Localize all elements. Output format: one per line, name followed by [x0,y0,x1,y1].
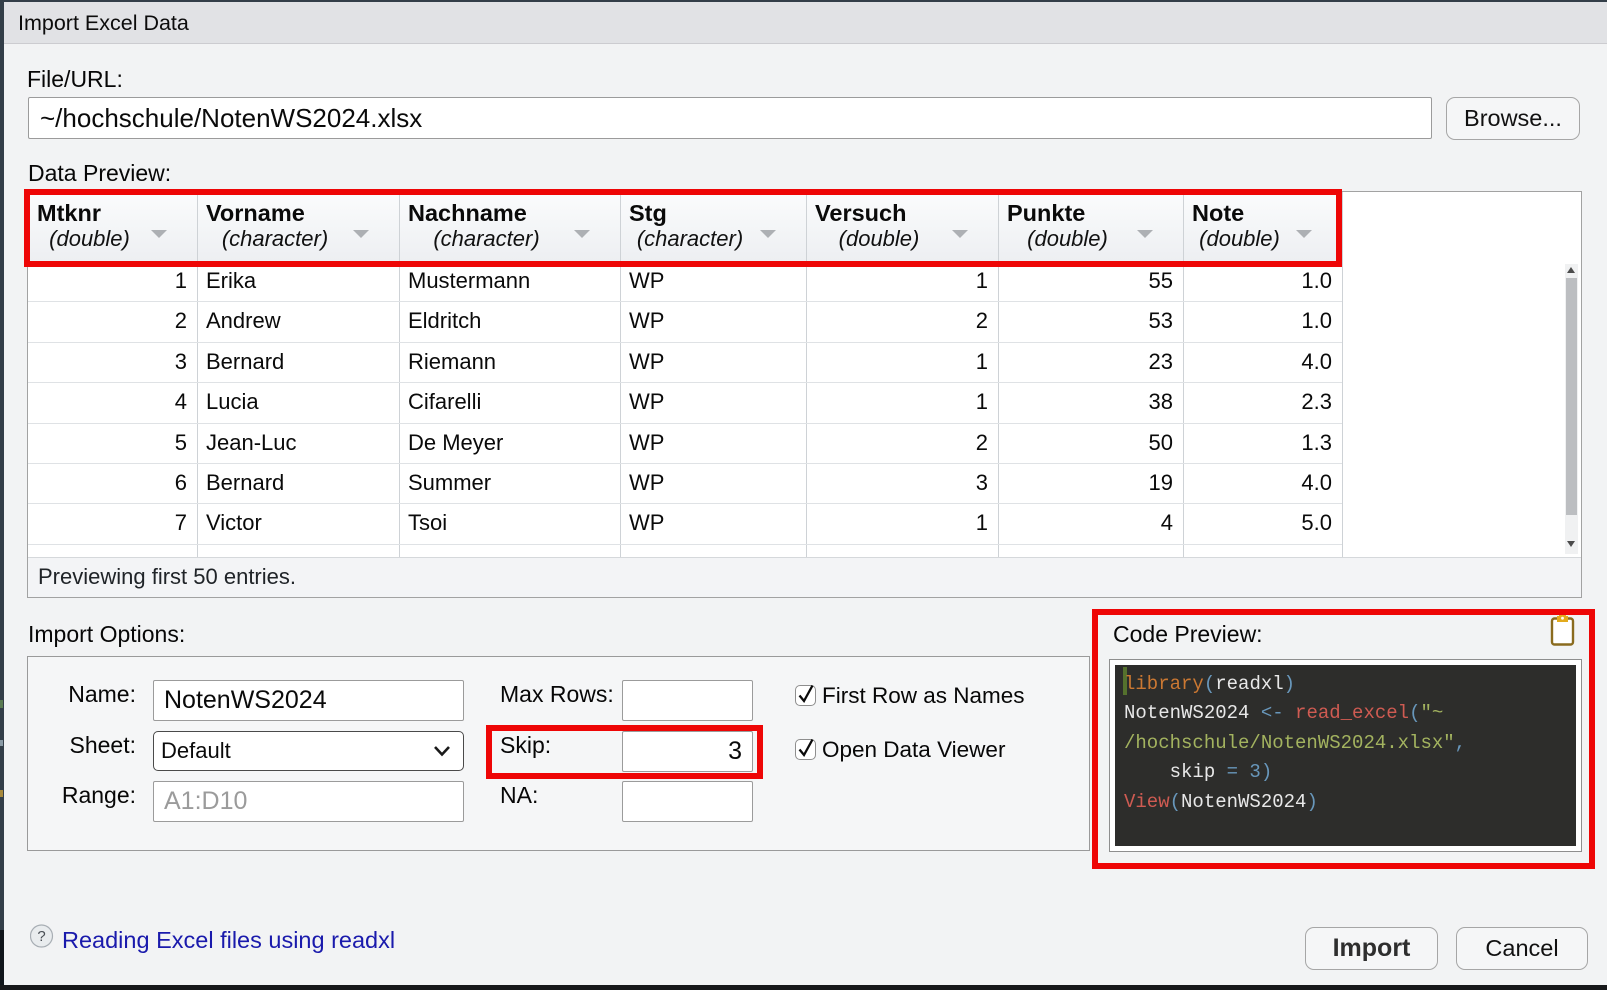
svg-text:?: ? [37,928,45,945]
